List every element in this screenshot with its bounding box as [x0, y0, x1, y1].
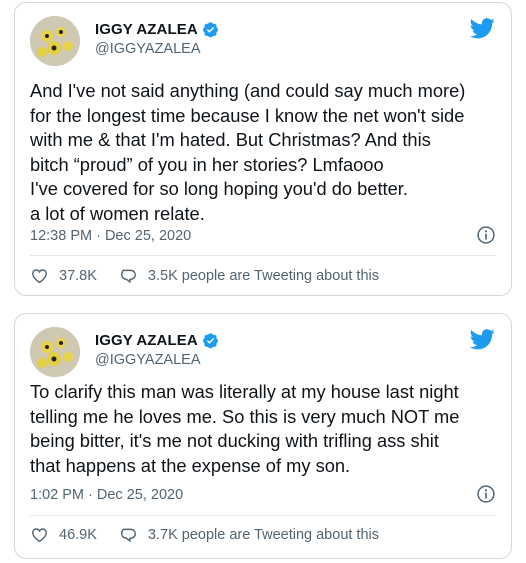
- verified-badge-icon: [202, 333, 218, 349]
- tweet-actions: 46.9K 3.7K people are Tweeting about thi…: [30, 526, 379, 544]
- divider: [30, 515, 496, 516]
- tweet-text: To clarify this man was literally at my …: [30, 381, 460, 476]
- like-count[interactable]: 46.9K: [59, 527, 97, 543]
- tweet-text: And I've not said anything (and could sa…: [30, 80, 466, 224]
- speech-bubble-icon[interactable]: [119, 526, 138, 544]
- info-icon[interactable]: [476, 484, 496, 504]
- twitter-bird-icon[interactable]: [470, 329, 495, 350]
- heart-icon[interactable]: [30, 526, 49, 544]
- tweet-card[interactable]: IGGY AZALEA @IGGYAZALEA And I've not sai…: [14, 2, 512, 296]
- divider: [30, 255, 496, 256]
- heart-icon[interactable]: [30, 267, 49, 285]
- display-name[interactable]: IGGY AZALEA: [95, 332, 219, 349]
- avatar[interactable]: [30, 16, 80, 66]
- speech-bubble-icon[interactable]: [119, 267, 138, 285]
- display-name-text[interactable]: IGGY AZALEA: [95, 21, 198, 38]
- tweet-card[interactable]: IGGY AZALEA @IGGYAZALEA To clarify this …: [14, 313, 512, 559]
- tweet-actions: 37.8K 3.5K people are Tweeting about thi…: [30, 267, 379, 285]
- display-name-text[interactable]: IGGY AZALEA: [95, 332, 198, 349]
- like-count[interactable]: 37.8K: [59, 268, 97, 284]
- tweeting-about-link[interactable]: 3.5K people are Tweeting about this: [148, 268, 379, 284]
- tweeting-about-link[interactable]: 3.7K people are Tweeting about this: [148, 527, 379, 543]
- tweet-timestamp[interactable]: 1:02 PM · Dec 25, 2020: [30, 487, 183, 503]
- info-icon[interactable]: [476, 225, 496, 245]
- display-name[interactable]: IGGY AZALEA: [95, 21, 219, 38]
- user-handle[interactable]: @IGGYAZALEA: [95, 352, 201, 368]
- tweet-timestamp[interactable]: 12:38 PM · Dec 25, 2020: [30, 228, 191, 244]
- twitter-bird-icon[interactable]: [470, 18, 495, 39]
- user-handle[interactable]: @IGGYAZALEA: [95, 41, 201, 57]
- avatar[interactable]: [30, 327, 80, 377]
- verified-badge-icon: [202, 22, 218, 38]
